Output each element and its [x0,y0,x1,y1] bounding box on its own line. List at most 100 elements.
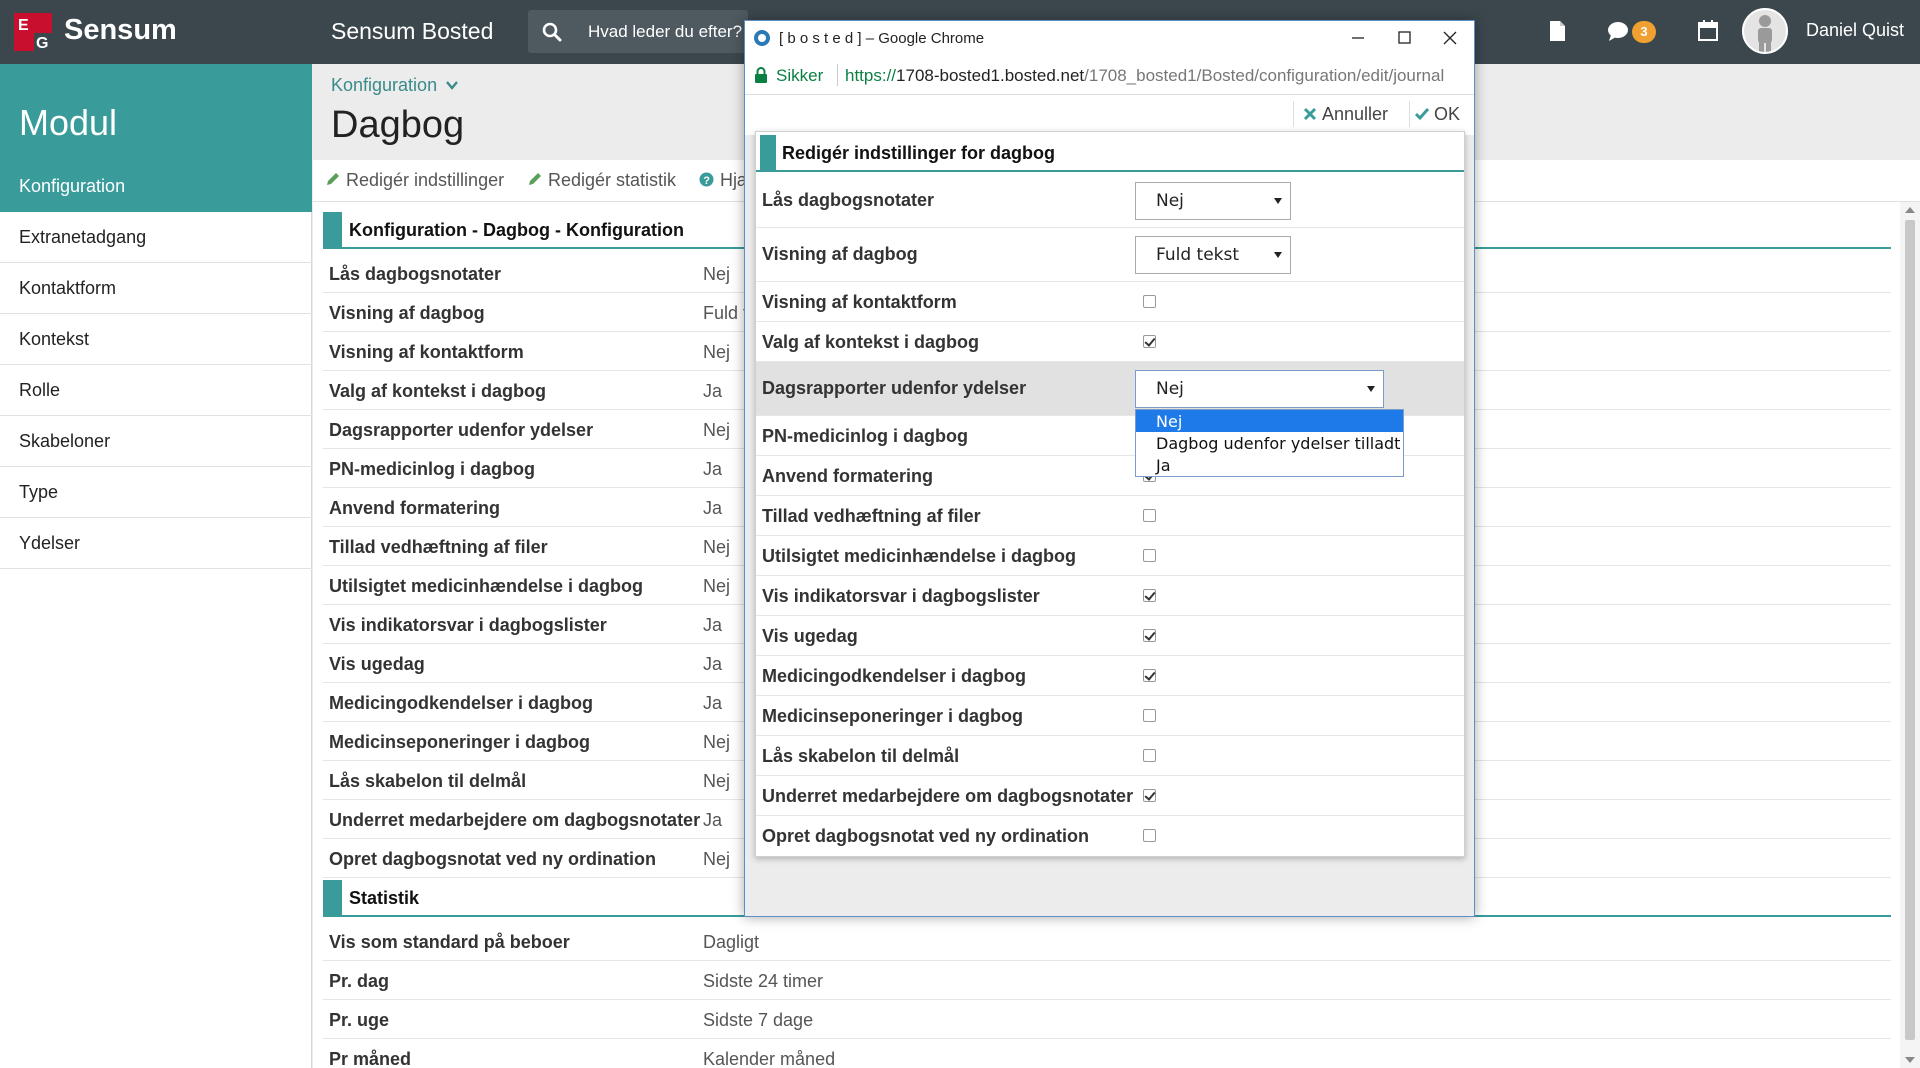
page-title: Dagbog [331,104,465,146]
sidebar-item-extranetadgang[interactable]: Extranetadgang [0,212,312,263]
scroll-up-icon[interactable] [1905,207,1915,213]
edit-settings-button[interactable]: Redigér indstillinger [325,170,504,191]
visning-af-kontaktform-checkbox[interactable] [1143,295,1156,308]
stats-value: Kalender måned [703,1049,836,1068]
config-value: Ja [703,810,723,830]
search-box[interactable] [528,10,748,53]
visning-af-dagbog-select[interactable]: Fuld tekst [1135,236,1291,274]
sidebar-item-kontaktform[interactable]: Kontaktform [0,263,312,314]
valg-af-kontekst-checkbox[interactable] [1143,335,1156,348]
stats-value: Sidste 24 timer [703,971,824,991]
stats-key: Pr. dag [329,971,390,991]
config-value: Nej [703,537,731,557]
edit-settings-dialog: Redigér indstillinger for dagbog Lås dag… [755,131,1465,857]
stats-row: Pr måned Kalender måned [323,1039,1891,1068]
stats-section-title: Statistik [349,888,420,908]
select-value: Nej [1156,191,1184,211]
document-icon[interactable] [1544,18,1570,44]
sidebar: Modul Konfiguration Extranetadgang Konta… [0,64,312,1068]
window-titlebar[interactable]: [ b o s t e d ] – Google Chrome [745,21,1474,55]
select-value: Fuld tekst [1156,245,1240,265]
ok-label: OK [1434,104,1461,124]
las-dagbogsnotater-select[interactable]: Nej [1135,182,1291,220]
avatar[interactable] [1742,8,1788,54]
url-field[interactable]: https://1708-bosted1.bosted.net/1708_bos… [845,66,1470,86]
select-arrow-icon[interactable] [1274,198,1282,204]
underret-medarbejdere-checkbox[interactable] [1143,789,1156,802]
app-title[interactable]: Sensum Bosted [331,18,493,45]
tillad-vedhaeftning-checkbox[interactable] [1143,509,1156,522]
edit-stats-button[interactable]: Redigér statistik [527,170,676,191]
config-key: Visning af dagbog [329,303,485,323]
medicinseponeringer-checkbox[interactable] [1143,709,1156,722]
dropdown-option-nej[interactable]: Nej [1136,410,1403,432]
setting-label: Tillad vedhæftning af filer [762,506,981,526]
sidebar-item-konfiguration[interactable]: Konfiguration [0,161,312,212]
setting-label: Lås dagbogsnotater [762,190,935,210]
section-accent [760,135,776,171]
config-key: Tillad vedhæftning af filer [329,537,548,557]
setting-label: Opret dagbogsnotat ved ny ordination [762,826,1090,846]
cancel-button[interactable]: Annuller [1303,104,1388,125]
setting-row: Visning af kontaktform [756,282,1464,322]
page-scrollbar[interactable] [1900,202,1920,1068]
section-accent [323,212,342,249]
brand-name[interactable]: Sensum [64,14,177,47]
bosted-favicon-icon [754,30,770,46]
minimize-icon[interactable] [1335,21,1381,55]
vis-indikatorsvar-checkbox[interactable] [1143,589,1156,602]
config-value: Nej [703,732,731,752]
address-bar[interactable]: Sikker https://1708-bosted1.bosted.net/1… [745,55,1474,95]
window-title: [ b o s t e d ] – Google Chrome [779,30,985,47]
select-arrow-icon[interactable] [1274,252,1282,258]
user-name[interactable]: Daniel Quist [1806,20,1904,41]
dropdown-option-tilladt[interactable]: Dagbog udenfor ydelser tilladt [1136,432,1403,454]
stats-key: Vis som standard på beboer [329,932,570,952]
opret-dagbogsnotat-checkbox[interactable] [1143,829,1156,842]
config-value: Ja [703,654,723,674]
config-key: PN-medicinlog i dagbog [329,459,535,479]
select-arrow-icon[interactable] [1367,386,1375,392]
config-key: Underret medarbejdere om dagbogsnotater [329,810,701,830]
sidebar-item-rolle[interactable]: Rolle [0,365,312,416]
vis-ugedag-checkbox[interactable] [1143,629,1156,642]
config-key: Visning af kontaktform [329,342,524,362]
sidebar-item-skabeloner[interactable]: Skabeloner [0,416,312,467]
chat-icon[interactable] [1605,18,1631,44]
dagsrapporter-select[interactable]: Nej [1135,370,1384,408]
close-icon[interactable] [1427,21,1473,55]
setting-row: Lås dagbogsnotater Nej [756,174,1464,228]
sidebar-item-ydelser[interactable]: Ydelser [0,518,312,569]
breadcrumb[interactable]: Konfiguration [331,75,459,96]
config-value: Nej [703,342,731,362]
config-key: Lås skabelon til delmål [329,771,527,791]
setting-label: PN-medicinlog i dagbog [762,426,968,446]
config-value: Ja [703,615,723,635]
setting-row: Medicinseponeringer i dagbog [756,696,1464,736]
ok-button[interactable]: OK [1414,104,1461,125]
dialog-title: Redigér indstillinger for dagbog [782,143,1056,163]
config-key: Utilsigtet medicinhændelse i dagbog [329,576,644,596]
search-icon[interactable] [542,22,562,42]
stats-row: Vis som standard på beboer Dagligt [323,922,1891,961]
dropdown-option-ja[interactable]: Ja [1136,454,1403,476]
calendar-icon[interactable] [1695,18,1721,44]
section-accent [323,880,342,917]
url-host: 1708-bosted1.bosted.net [896,66,1085,85]
scroll-thumb[interactable] [1905,220,1915,1040]
sidebar-item-kontekst[interactable]: Kontekst [0,314,312,365]
stats-value: Sidste 7 dage [703,1010,814,1030]
las-skabelon-checkbox[interactable] [1143,749,1156,762]
utilsigtet-medicinhaendelse-checkbox[interactable] [1143,549,1156,562]
secure-label: Sikker [776,66,824,85]
scroll-down-icon[interactable] [1905,1057,1915,1063]
sidebar-item-type[interactable]: Type [0,467,312,518]
pencil-icon [529,173,541,185]
medicingodkendelser-checkbox[interactable] [1143,669,1156,682]
breadcrumb-label[interactable]: Konfiguration [331,75,437,95]
config-value: Nej [703,771,731,791]
chevron-down-icon[interactable] [446,79,459,91]
search-input[interactable] [588,10,748,53]
config-key: Valg af kontekst i dagbog [329,381,547,401]
maximize-icon[interactable] [1381,21,1427,55]
